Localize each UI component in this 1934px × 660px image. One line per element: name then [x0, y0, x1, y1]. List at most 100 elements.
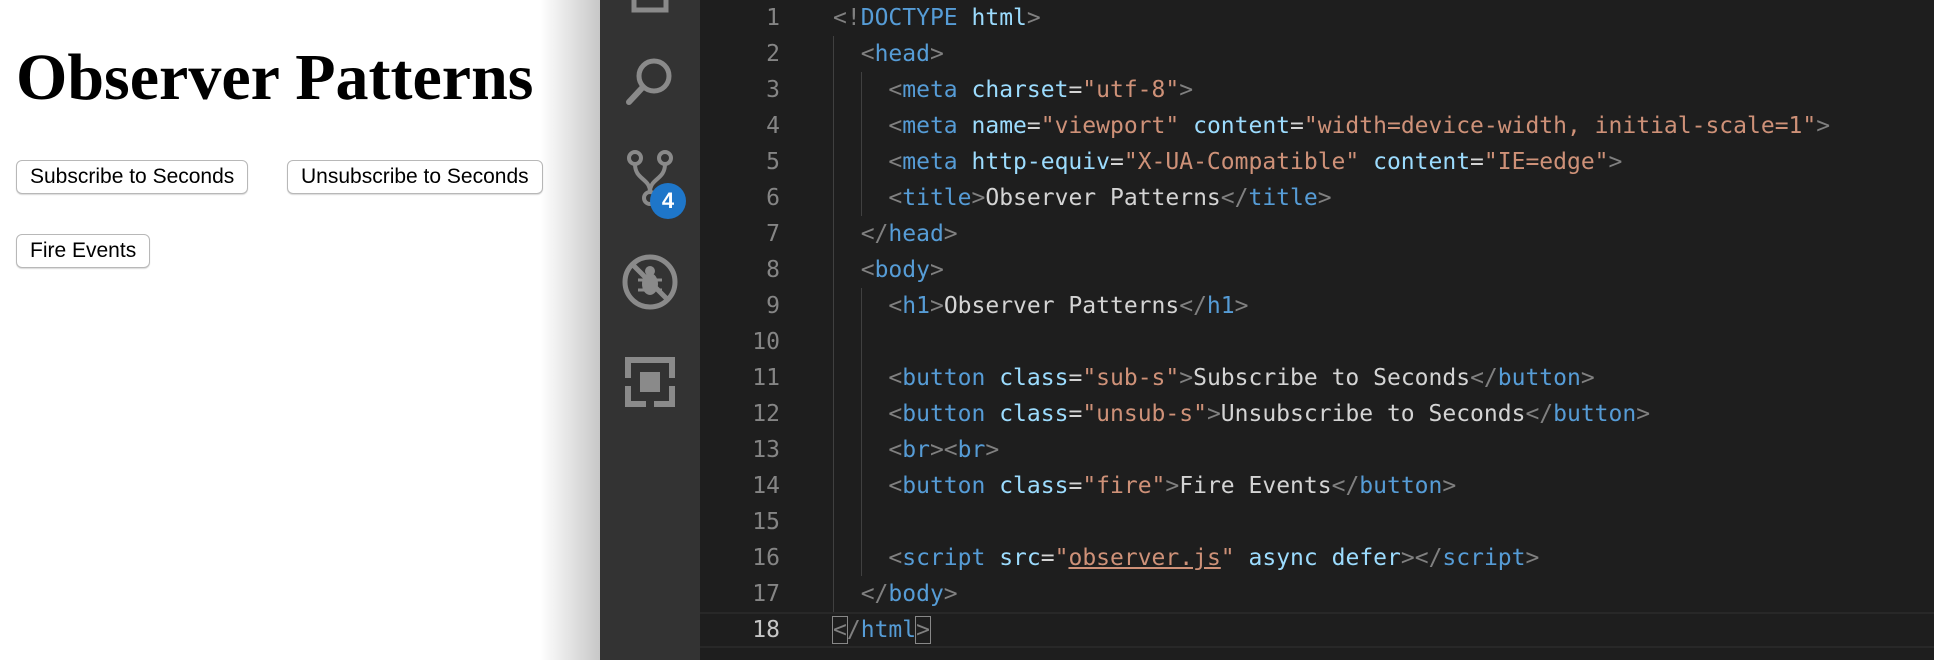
subscribe-button[interactable]: Subscribe to Seconds: [16, 160, 249, 194]
code-token: Unsubscribe to Seconds: [1220, 401, 1526, 427]
code-line[interactable]: 10: [700, 324, 1934, 360]
code-token: "fire": [1082, 473, 1166, 499]
code-token: >: [943, 221, 958, 247]
code-token: </: [860, 581, 889, 607]
code-text: <!DOCTYPE html>: [833, 0, 1041, 36]
code-token: <: [888, 149, 903, 175]
unsubscribe-button[interactable]: Unsubscribe to Seconds: [287, 160, 543, 194]
code-token: button: [902, 473, 986, 499]
extensions-icon[interactable]: [620, 352, 680, 412]
line-number: 9: [766, 293, 780, 319]
code-line[interactable]: 13 <br><br>: [700, 432, 1934, 468]
code-token: =: [1109, 149, 1124, 175]
code-token: "utf-8": [1082, 77, 1180, 103]
code-token: body: [874, 257, 930, 283]
code-token: =: [1290, 113, 1304, 139]
code-token: DOCTYPE: [860, 5, 958, 31]
code-line[interactable]: 14 <button class="fire">Fire Events</but…: [700, 468, 1934, 504]
line-number: 7: [766, 221, 780, 247]
indent-guide: [861, 288, 862, 576]
code-token: body: [888, 581, 944, 607]
code-line[interactable]: 16 <script src="observer.js" async defer…: [700, 540, 1934, 576]
code-token: </: [860, 221, 889, 247]
code-text: </body>: [833, 576, 958, 612]
code-token: <: [888, 113, 903, 139]
code-token: >: [1206, 401, 1221, 427]
code-line[interactable]: 15: [700, 504, 1934, 540]
code-text: <meta name="viewport" content="width=dev…: [833, 108, 1830, 144]
code-token: <: [860, 257, 875, 283]
code-token: button: [902, 365, 986, 391]
code-token: "sub-s": [1082, 365, 1180, 391]
code-line[interactable]: 1 <!DOCTYPE html>: [700, 0, 1934, 36]
code-token: >: [1525, 545, 1540, 571]
code-token: >: [929, 41, 944, 67]
line-number: 12: [752, 401, 780, 427]
code-text: <button class="sub-s">Subscribe to Secon…: [833, 360, 1594, 396]
code-line[interactable]: 11 <button class="sub-s">Subscribe to Se…: [700, 360, 1934, 396]
code-token: http-equiv: [971, 149, 1110, 175]
code-token: br: [957, 437, 986, 463]
browser-preview: Observer Patterns Subscribe to Seconds U…: [0, 0, 600, 660]
code-line[interactable]: 3 <meta charset="utf-8">: [700, 72, 1934, 108]
code-token: =: [1068, 365, 1083, 391]
fire-events-button[interactable]: Fire Events: [16, 234, 151, 268]
code-token: class: [999, 401, 1069, 427]
line-number: 18: [752, 617, 780, 643]
code-token: >: [1636, 401, 1651, 427]
code-token: >: [1608, 149, 1623, 175]
code-token: class: [999, 473, 1069, 499]
code-text: </html>: [832, 614, 931, 646]
code-token: =: [1026, 113, 1041, 139]
code-token: "width=device-width, initial-scale=1": [1303, 113, 1817, 139]
window-edge-shadow: [540, 0, 600, 660]
files-icon[interactable]: [620, 0, 680, 20]
code-token: >: [1816, 113, 1831, 139]
code-token: >: [985, 437, 1000, 463]
code-token: head: [888, 221, 944, 247]
debug-icon[interactable]: [620, 252, 680, 312]
code-line[interactable]: 2 <head>: [700, 36, 1934, 72]
code-line[interactable]: 17 </body>: [700, 576, 1934, 612]
code-token: >: [1317, 185, 1332, 211]
code-token: h1: [902, 293, 930, 319]
code-token: Fire Events: [1179, 473, 1332, 499]
code-token: meta: [902, 149, 958, 175]
code-text: <script src="observer.js" async defer></…: [833, 540, 1539, 576]
code-line[interactable]: 8 <body>: [700, 252, 1934, 288]
activity-bar: [600, 0, 700, 660]
code-token: <: [832, 616, 848, 644]
code-token: br: [902, 437, 930, 463]
code-token: charset: [971, 77, 1069, 103]
code-line[interactable]: 5 <meta http-equiv="X-UA-Compatible" con…: [700, 144, 1934, 180]
code-token: >: [1026, 5, 1041, 31]
code-token: >: [943, 581, 958, 607]
code-line[interactable]: 7 </head>: [700, 216, 1934, 252]
code-editor[interactable]: 1 <!DOCTYPE html> 2 <head> 3 <meta charset=…: [700, 0, 1934, 660]
line-number: 14: [752, 473, 780, 499]
code-token: defer: [1331, 545, 1401, 571]
code-line[interactable]: 6 <title>Observer Patterns</title>: [700, 180, 1934, 216]
code-token: Observer Patterns: [985, 185, 1221, 211]
code-token: ></: [1400, 545, 1443, 571]
code-token: </: [1179, 293, 1207, 319]
code-token: <: [888, 437, 903, 463]
code-line[interactable]: 12 <button class="unsub-s">Unsubscribe t…: [700, 396, 1934, 432]
code-line[interactable]: 9 <h1>Observer Patterns</h1>: [700, 288, 1934, 324]
code-token: </: [1470, 365, 1498, 391]
code-token: script: [1442, 545, 1526, 571]
code-token: >: [929, 293, 944, 319]
code-token: ": [1220, 545, 1235, 571]
code-line[interactable]: 18 </html>: [700, 612, 1934, 648]
code-text: <h1>Observer Patterns</h1>: [833, 288, 1248, 324]
code-text: <body>: [833, 252, 944, 288]
search-icon[interactable]: [620, 52, 680, 112]
code-token: <: [888, 365, 903, 391]
code-token: =: [1470, 149, 1484, 175]
code-line[interactable]: 4 <meta name="viewport" content="width=d…: [700, 108, 1934, 144]
